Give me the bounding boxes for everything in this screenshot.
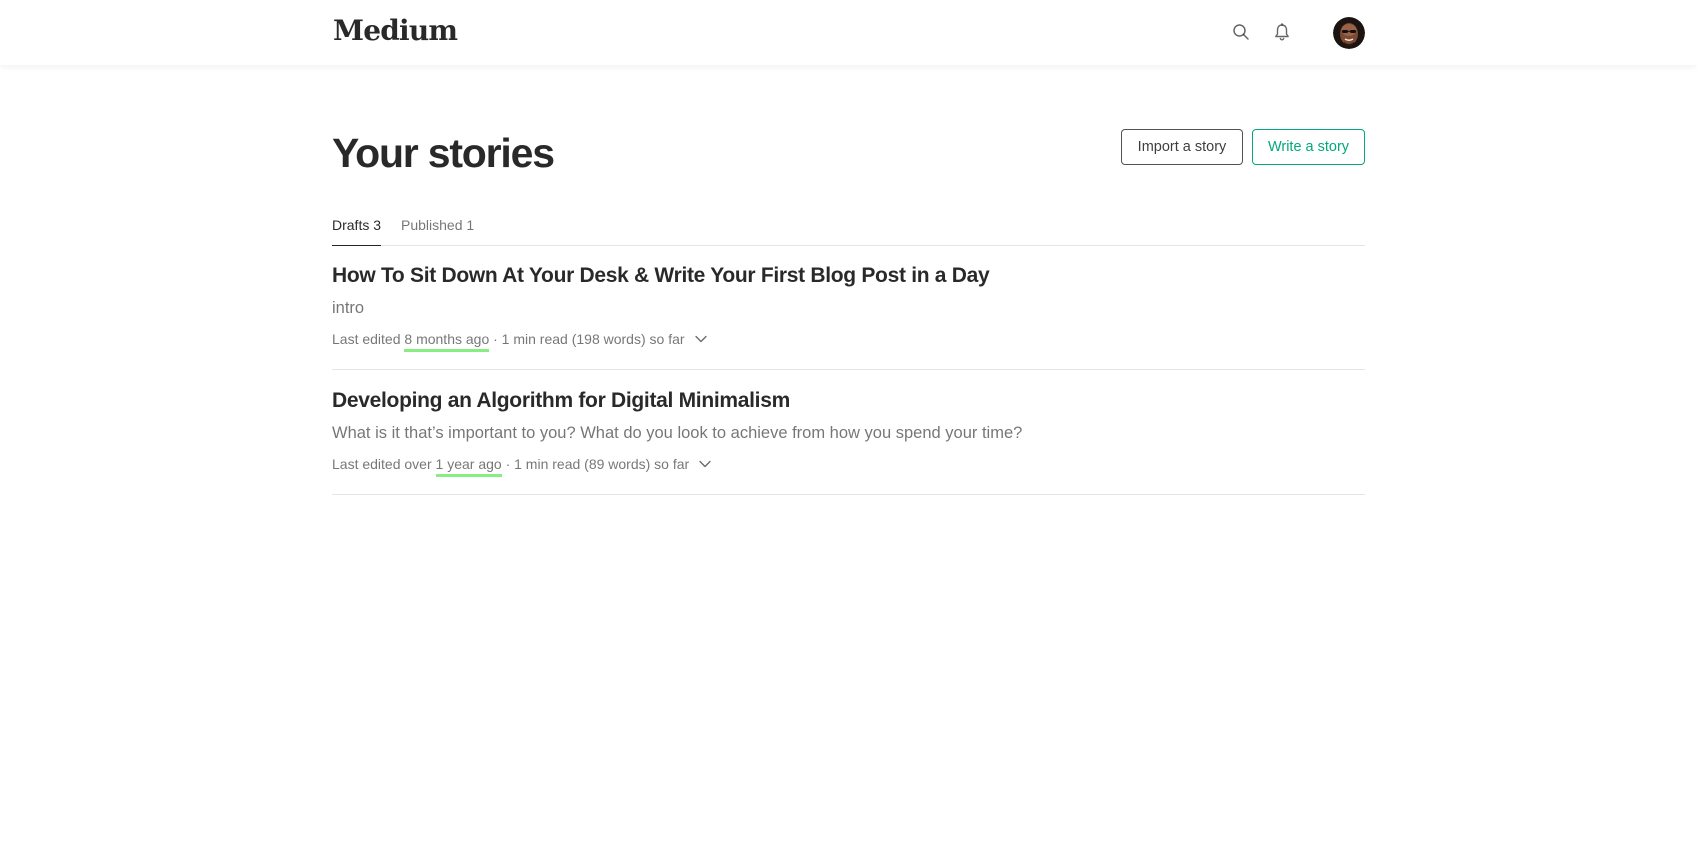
import-story-button[interactable]: Import a story xyxy=(1121,129,1243,165)
tab-published[interactable]: Published 1 xyxy=(401,217,474,245)
story-meta: Last edited over 1 year ago · 1 min read… xyxy=(332,454,712,477)
chevron-down-icon[interactable] xyxy=(694,332,708,346)
last-edited-time: 8 months ago xyxy=(404,331,490,352)
write-story-button[interactable]: Write a story xyxy=(1252,129,1365,165)
list-item: Developing an Algorithm for Digital Mini… xyxy=(332,387,1365,495)
chevron-down-icon[interactable] xyxy=(698,457,712,471)
story-tabs: Drafts 3 Published 1 xyxy=(332,207,1365,246)
last-edited-time: 1 year ago xyxy=(435,456,502,477)
avatar[interactable] xyxy=(1333,17,1365,49)
story-subtitle: intro xyxy=(332,299,365,317)
top-navigation-bar: Medium xyxy=(0,0,1697,65)
medium-logo[interactable]: Medium xyxy=(333,14,458,47)
meta-prefix: Last edited over xyxy=(332,456,436,472)
story-subtitle: What is it that’s important to you? What… xyxy=(332,424,1023,442)
page-title: Your stories xyxy=(332,130,555,176)
search-icon[interactable] xyxy=(1231,22,1251,42)
meta-suffix: · 1 min read (89 words) so far xyxy=(501,456,690,472)
tab-drafts[interactable]: Drafts 3 xyxy=(332,217,382,246)
bell-icon[interactable] xyxy=(1272,22,1292,42)
story-title[interactable]: How To Sit Down At Your Desk & Write You… xyxy=(332,262,990,290)
story-meta: Last edited 8 months ago · 1 min read (1… xyxy=(332,329,708,352)
list-item: How To Sit Down At Your Desk & Write You… xyxy=(332,262,1365,370)
meta-suffix: · 1 min read (198 words) so far xyxy=(489,331,685,347)
story-title[interactable]: Developing an Algorithm for Digital Mini… xyxy=(332,387,790,415)
meta-prefix: Last edited xyxy=(332,331,405,347)
